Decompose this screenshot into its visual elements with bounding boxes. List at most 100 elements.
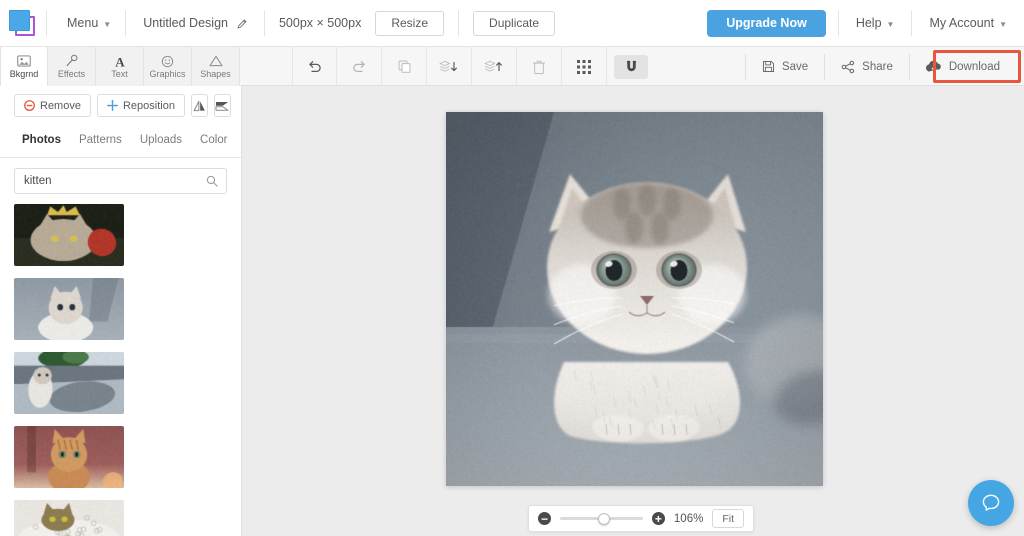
snap-button[interactable] xyxy=(614,54,648,79)
share-label: Share xyxy=(862,60,893,73)
thumb-kitten-on-pillow[interactable] xyxy=(14,352,124,414)
reposition-button[interactable]: Reposition xyxy=(96,94,185,117)
redo-button[interactable] xyxy=(337,47,382,86)
tool-tab-text[interactable]: A Text xyxy=(96,47,144,86)
thumb-cat-in-basket-image xyxy=(14,500,124,536)
sidebar-tab-patterns[interactable]: Patterns xyxy=(71,129,130,155)
thumb-crowned-grey-cat[interactable] xyxy=(14,204,124,266)
zoom-in-button[interactable]: + xyxy=(651,512,665,525)
bring-forward-button[interactable] xyxy=(472,47,517,86)
flip-vertical-icon xyxy=(193,100,205,111)
remove-label: Remove xyxy=(40,99,81,112)
sidebar-tab-photos[interactable]: Photos xyxy=(14,129,69,155)
thumb-orange-tabby-pink-image xyxy=(14,426,124,488)
my-account-button[interactable]: My Account ▼ xyxy=(912,0,1024,47)
canvas-dimensions: 500px × 500px xyxy=(278,16,362,30)
menu-label: Menu xyxy=(67,16,99,30)
thumb-orange-tabby-pink[interactable] xyxy=(14,426,124,488)
left-sidebar: Remove Reposition Photos Patterns Upload… xyxy=(0,86,242,536)
tool-tab-label: Effects xyxy=(57,69,86,79)
flip-horizontal-icon xyxy=(215,101,229,111)
toolbar-right-group: Save Share Download xyxy=(744,47,1024,86)
design-title-button[interactable]: Untitled Design xyxy=(126,0,264,47)
kitten-photo[interactable] xyxy=(446,112,823,486)
sidebar-tab-uploads[interactable]: Uploads xyxy=(132,129,190,155)
thumb-cat-in-basket[interactable] xyxy=(14,500,124,536)
sidebar-tab-group: Photos Patterns Uploads Color ☆ xyxy=(0,123,241,158)
redo-icon xyxy=(352,61,365,73)
remove-background-button[interactable]: Remove xyxy=(14,94,91,117)
tool-tab-label: Text xyxy=(111,69,128,79)
canvas-workspace[interactable]: − + 106% Fit xyxy=(242,86,1024,536)
text-a-icon: A xyxy=(113,54,127,68)
grid-button[interactable] xyxy=(562,47,607,86)
help-chat-bubble[interactable] xyxy=(968,480,1014,526)
sidebar-tab-color[interactable]: Color xyxy=(192,129,235,155)
save-disk-icon xyxy=(762,60,774,73)
copy-icon xyxy=(398,60,410,73)
zoom-slider-thumb[interactable] xyxy=(597,512,610,525)
remove-icon xyxy=(24,100,35,111)
background-actions: Remove Reposition xyxy=(0,86,241,123)
layers-down-icon xyxy=(439,60,457,72)
chevron-down-icon: ▼ xyxy=(999,19,1007,29)
photo-editor-app: Menu ▼ Untitled Design 500px × 500px Res… xyxy=(0,0,1024,536)
tool-tab-shapes[interactable]: Shapes xyxy=(192,47,240,86)
duplicate-button[interactable]: Duplicate xyxy=(473,10,556,36)
help-label: Help xyxy=(855,16,882,30)
image-icon xyxy=(17,54,31,68)
download-button[interactable]: Download xyxy=(908,53,1016,80)
svg-text:A: A xyxy=(115,55,125,68)
chat-bubble-icon xyxy=(982,494,1000,511)
grid-icon xyxy=(577,59,591,74)
tool-tab-bkgrnd[interactable]: Bkgrnd xyxy=(0,47,48,86)
account-label: My Account xyxy=(929,16,995,30)
save-button[interactable]: Save xyxy=(744,53,824,80)
reposition-icon xyxy=(107,100,118,111)
tool-tab-label: Graphics xyxy=(149,69,186,79)
design-canvas[interactable] xyxy=(446,112,823,486)
thumb-white-kitten-blue-image xyxy=(14,278,124,340)
flip-horizontal-button[interactable] xyxy=(213,94,231,117)
magnet-icon xyxy=(626,60,636,72)
download-cloud-icon xyxy=(925,60,941,72)
duplicate-button[interactable] xyxy=(382,47,427,86)
menu-button[interactable]: Menu ▼ xyxy=(47,0,125,47)
tool-tab-label: Bkgrnd xyxy=(9,69,39,79)
toolbar-action-group xyxy=(292,47,655,86)
search-input[interactable] xyxy=(15,169,226,193)
pencil-edit-icon[interactable] xyxy=(236,18,247,30)
zoom-controls: − + 106% Fit xyxy=(528,505,754,532)
zoom-fit-button[interactable]: Fit xyxy=(712,509,744,528)
search-icon[interactable] xyxy=(206,175,218,187)
delete-button[interactable] xyxy=(517,47,562,86)
share-button[interactable]: Share xyxy=(824,53,909,80)
search-box[interactable] xyxy=(14,168,227,194)
trash-icon xyxy=(532,60,546,74)
smiley-icon xyxy=(161,54,174,68)
magic-wand-icon xyxy=(65,54,79,68)
share-icon xyxy=(841,60,855,73)
chevron-down-icon: ▼ xyxy=(103,19,112,29)
app-logo[interactable] xyxy=(0,0,46,47)
search-row xyxy=(0,158,241,202)
send-backward-button[interactable] xyxy=(427,47,472,86)
upgrade-now-button[interactable]: Upgrade Now xyxy=(707,9,826,37)
logo-blue-square xyxy=(9,10,30,31)
thumb-crowned-grey-cat-image xyxy=(14,204,124,266)
tool-tab-effects[interactable]: Effects xyxy=(48,47,96,86)
undo-button[interactable] xyxy=(292,47,337,86)
top-header: Menu ▼ Untitled Design 500px × 500px Res… xyxy=(0,0,1024,47)
tool-tab-group: Bkgrnd Effects A Text Graphics Shapes xyxy=(0,47,240,86)
reposition-label: Reposition xyxy=(122,99,175,112)
help-menu-button[interactable]: Help ▼ xyxy=(839,0,912,47)
zoom-out-button[interactable]: − xyxy=(538,512,551,525)
zoom-slider[interactable] xyxy=(560,512,643,525)
photo-results-grid xyxy=(0,202,241,536)
thumb-white-kitten-blue[interactable] xyxy=(14,278,124,340)
resize-button[interactable]: Resize xyxy=(375,10,445,36)
tool-tab-graphics[interactable]: Graphics xyxy=(144,47,192,86)
save-label: Save xyxy=(781,60,809,73)
flip-vertical-button[interactable] xyxy=(190,94,208,117)
